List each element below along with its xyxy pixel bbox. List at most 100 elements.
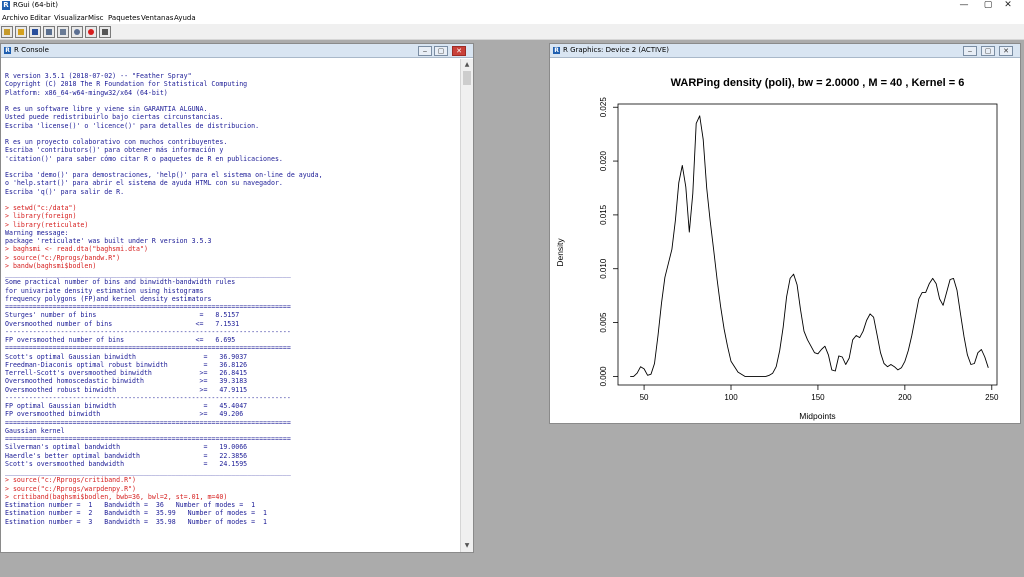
console-output-line: ========================================… [5,303,291,311]
graphics-title: R Graphics: Device 2 (ACTIVE) [563,46,669,54]
y-tick-label: 0.025 [599,97,608,118]
app-titlebar: R RGui (64-bit) — ▢ ✕ [0,0,1024,12]
console-output-line: R es un proyecto colaborativo con muchos… [5,138,228,146]
menu-ayuda[interactable]: Ayuda [174,13,196,23]
menu-bar: Archivo Editar Visualizar Misc Paquetes … [0,12,1024,24]
graphics-minimize-button[interactable]: ‒ [963,46,977,56]
console-output-line: Silverman's optimal bandwidth = 19.0066 [5,443,248,452]
paste-button[interactable] [57,26,69,38]
y-tick-label: 0.020 [599,151,608,172]
copy-paste-button[interactable] [71,26,83,38]
console-close-button[interactable]: ✕ [452,46,466,56]
console-output-line: package 'reticulate' was built under R v… [5,237,212,245]
y-tick-label: 0.015 [599,204,608,225]
r-logo-icon: R [553,47,560,54]
console-output-line: Gaussian kernel [5,426,65,435]
menu-ventanas[interactable]: Ventanas [141,13,173,23]
console-command-line: > setwd("c:/data") [5,204,77,212]
load-workspace-button[interactable] [15,26,27,38]
console-output-line: ----------------------------------------… [5,327,291,336]
console-output-line: Scott's oversmoothed bandwidth = 24.1595 [5,459,248,468]
console-command-line: > bandw(baghsmi$bodlen) [5,261,97,270]
console-title: R Console [14,46,49,54]
console-output-line: FP oversmoothed binwidth >= 49.206 [5,410,244,419]
graphics-close-button[interactable]: ✕ [999,46,1013,56]
console-scrollbar[interactable]: ▲ ▼ [460,59,473,552]
save-workspace-button[interactable] [29,26,41,38]
scroll-down-icon[interactable]: ▼ [461,540,473,552]
console-output-line: Escriba 'license()' o 'licence()' para d… [5,121,260,130]
print-button[interactable] [99,26,111,38]
console-command-line: > library(foreign) [5,212,77,221]
paste-icon [60,29,66,35]
menu-archivo[interactable]: Archivo [2,13,28,23]
scroll-thumb[interactable] [463,71,471,85]
console-output-line: Freedman-Diaconis optimal robust binwidt… [5,360,248,369]
x-axis-label: Midpoints [799,411,835,421]
menu-visualizar[interactable]: Visualizar [54,13,88,23]
console-output-line: Sturges' number of bins = 8.5157 [5,311,240,320]
plot-frame [617,103,998,386]
app-title: RGui (64-bit) [13,1,58,9]
x-tick-label: 150 [811,393,825,402]
toolbar [0,24,1024,40]
y-tick-label: 0.005 [599,312,608,333]
console-minimize-button[interactable]: ‒ [418,46,432,56]
console-command-line: > source("c:/Rprogs/bandw.R") [5,253,121,262]
copy-button[interactable] [43,26,55,38]
console-output-line: o 'help.start()' para abrir el sistema d… [5,179,283,188]
console-output-line: Haerdle's better optimal bandwidth = 22.… [5,451,248,460]
stop-button[interactable] [85,26,97,38]
open-script-button[interactable] [1,26,13,38]
console-output-line: 'citation()' para saber cómo citar R o p… [5,154,283,163]
scroll-up-icon[interactable]: ▲ [461,59,473,71]
console-output-line: ========================================… [5,418,291,427]
chart-title: WARPing density (poli), bw = 2.0000 , M … [671,77,965,89]
console-output-line: Usted puede redistribuirlo bajo ciertas … [5,113,224,122]
r-logo-icon: R [4,47,11,54]
console-output-line: Oversmoothed homoscedastic binwidth >= 3… [5,377,248,386]
console-output-line: Copyright (C) 2018 The R Foundation for … [5,80,248,89]
console-command-line: > source("c:/Rprogs/warpdenpy.R") [5,484,137,493]
menu-paquetes[interactable]: Paquetes [108,13,140,23]
console-output-line: Scott's optimal Gaussian binwidth = 36.9… [5,352,248,361]
console-titlebar: R R Console ‒ ▢ ✕ [1,44,473,58]
console-output-line: Escriba 'contributors()' para obtener má… [5,146,224,155]
console-output-line: Oversmoothed number of bins <= 7.1531 [5,319,240,328]
save-workspace-icon [32,29,38,35]
y-tick-label: 0.010 [599,258,608,279]
print-icon [102,29,108,35]
console-output-line: ________________________________________… [5,468,291,476]
graphics-device-window: R R Graphics: Device 2 (ACTIVE) ‒ ▢ ✕ WA… [549,43,1021,424]
console-output-line: Terrell-Scott's oversmoothed binwidth >=… [5,369,248,377]
console-output-line: Escriba 'demo()' para demostraciones, 'h… [5,171,323,179]
x-tick-label: 250 [985,393,999,402]
x-tick-label: 200 [898,393,912,402]
graphics-maximize-button[interactable]: ▢ [981,46,995,56]
console-output-line: frequency polygons (FP)and kernel densit… [5,294,212,303]
console-output-line: ----------------------------------------… [5,393,291,402]
menu-misc[interactable]: Misc [88,13,103,23]
console-output-line: Warning message: [5,228,69,237]
console-output-line: Estimation number = 1 Bandwidth = 36 Num… [5,501,256,509]
console-maximize-button[interactable]: ▢ [434,46,448,56]
menu-editar[interactable]: Editar [30,13,51,23]
console-output-line: Escriba 'q()' para salir de R. [5,187,125,196]
console-output-line: FP optimal Gaussian binwidth = 45.4047 [5,402,248,410]
copy-paste-icon [74,29,80,35]
console-output-line: Some practical number of bins and binwid… [5,278,236,287]
console-output-line: ________________________________________… [5,270,291,278]
console-command-line: > library(reticulate) [5,220,89,229]
console-command-line: > source("c:/Rprogs/critiband.R") [5,476,137,485]
console-output-line: FP oversmoothed number of bins <= 6.695 [5,336,236,344]
close-button[interactable]: ✕ [988,0,1024,12]
density-line [630,115,989,377]
console-command-line: > baghsmi <- read.dta("baghsmi.dta") [5,245,148,254]
console-output[interactable]: R version 3.5.1 (2018-07-02) -- "Feather… [1,59,461,552]
copy-icon [46,29,52,35]
console-output-line: ========================================… [5,344,291,353]
stop-icon [88,29,94,35]
density-chart: WARPing density (poli), bw = 2.0000 , M … [555,77,999,421]
